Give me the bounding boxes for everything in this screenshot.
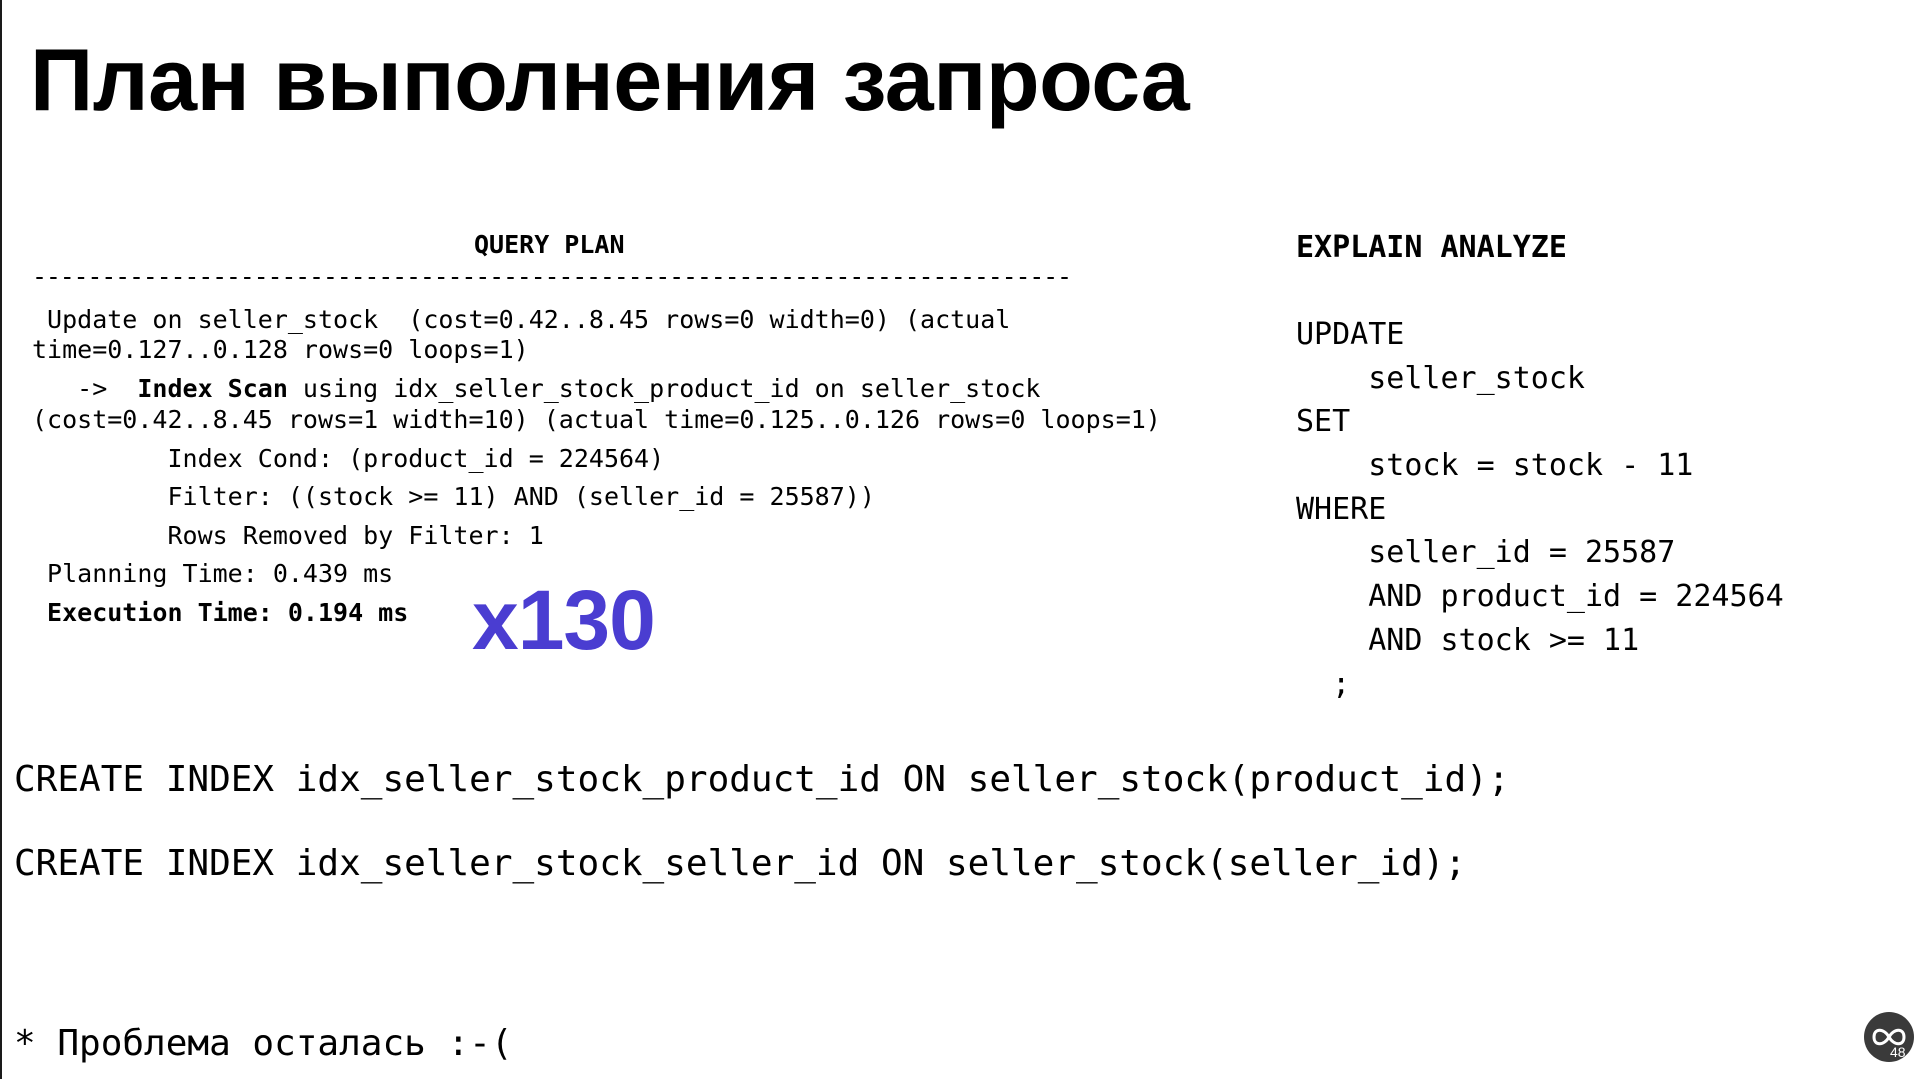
plan-line-planning-time: Planning Time: 0.439 ms (32, 559, 394, 588)
create-index-product: CREATE INDEX idx_seller_stock_product_id… (14, 759, 1510, 800)
sql-line-set: SET (1296, 404, 1351, 439)
plan-index-scan-detail: using idx_seller_stock_product_id on sel… (287, 374, 1041, 403)
plan-line-update-time: time=0.127..0.128 rows=0 loops=1) (32, 335, 529, 364)
plan-line-index-scan-cost: (cost=0.42..8.45 rows=1 width=10) (actua… (32, 405, 1161, 434)
conference-logo-icon (1864, 1012, 1914, 1062)
query-plan-divider: ----------------------------------------… (32, 262, 1072, 291)
plan-index-scan-label: Index Scan (137, 374, 288, 403)
explain-analyze-header: EXPLAIN ANALYZE (1296, 230, 1567, 265)
plan-line-update: Update on seller_stock (cost=0.42..8.45 … (32, 305, 1011, 334)
speedup-badge: x130 (472, 573, 656, 667)
footnote: * Проблема осталась :-( (14, 1023, 513, 1064)
plan-line-rows-removed: Rows Removed by Filter: 1 (32, 521, 544, 550)
sql-line-cond-stock: AND stock >= 11 (1296, 623, 1640, 658)
plan-arrow: -> (32, 374, 138, 403)
sql-line-set-expr: stock = stock - 11 (1296, 448, 1694, 483)
sql-line-where: WHERE (1296, 492, 1387, 527)
sql-line-table: seller_stock (1296, 361, 1585, 396)
plan-line-index-cond: Index Cond: (product_id = 224564) (32, 444, 665, 473)
sql-line-cond-product: AND product_id = 224564 (1296, 579, 1784, 614)
sql-line-terminator: ; (1296, 667, 1351, 702)
query-plan-header: QUERY PLAN (474, 230, 625, 259)
sql-line-cond-seller: seller_id = 25587 (1296, 535, 1676, 570)
page-number: 48 (1890, 1044, 1906, 1060)
create-index-seller: CREATE INDEX idx_seller_stock_seller_id … (14, 843, 1467, 884)
plan-line-filter: Filter: ((stock >= 11) AND (seller_id = … (32, 482, 875, 511)
slide-title: План выполнения запроса (30, 30, 1190, 129)
sql-line-update: UPDATE (1296, 317, 1405, 352)
plan-line-index-scan: -> Index Scan using idx_seller_stock_pro… (32, 374, 1040, 404)
plan-line-execution-time: Execution Time: 0.194 ms (32, 598, 409, 627)
slide: План выполнения запроса QUERY PLAN -----… (0, 0, 1919, 1079)
